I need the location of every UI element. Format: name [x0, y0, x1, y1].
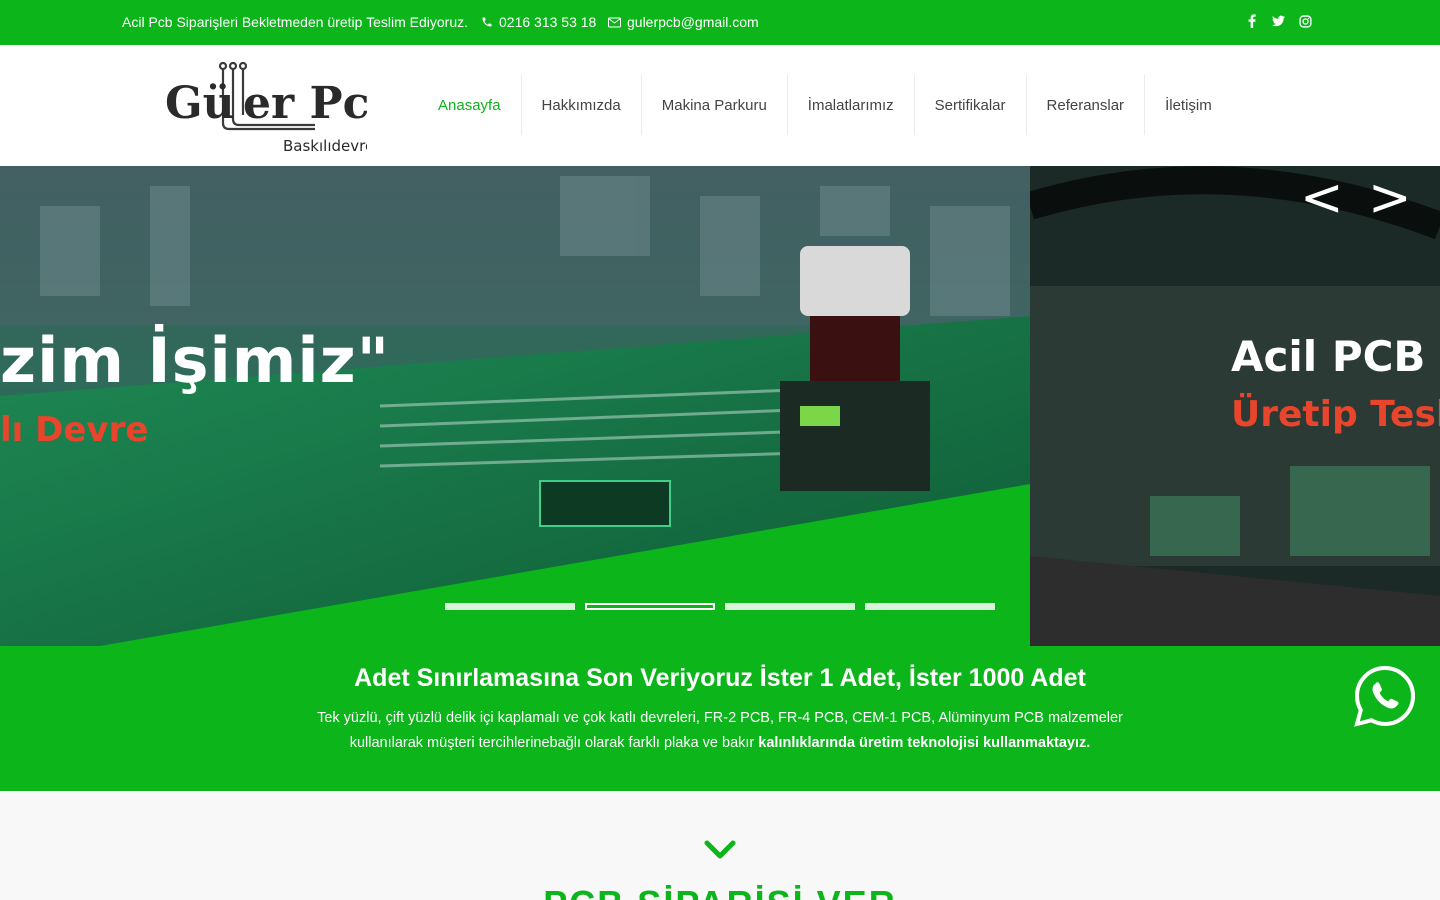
- nav-item-makina-parkuru[interactable]: Makina Parkuru: [642, 75, 788, 135]
- social-links: [1245, 13, 1312, 29]
- top-bar: Acil Pcb Siparişleri Bekletmeden üretip …: [0, 0, 1440, 45]
- slider-pagination: [445, 603, 995, 610]
- main-nav: Anasayfa Hakkımızda Makina Parkuru İmala…: [418, 75, 1232, 135]
- phone-icon: [482, 17, 492, 27]
- site-logo[interactable]: Gü er Pcb Baskılıdevre: [165, 61, 400, 155]
- svg-text:er Pcb: er Pcb: [243, 78, 367, 129]
- slide-heading: zim İşimiz": [0, 324, 390, 397]
- nav-item-iletisim[interactable]: İletişim: [1145, 75, 1232, 135]
- nav-item-hakkimizda[interactable]: Hakkımızda: [522, 75, 642, 135]
- svg-text:Gü: Gü: [165, 78, 235, 129]
- slider-prev-button[interactable]: <: [1300, 172, 1344, 224]
- svg-text:Baskılıdevre: Baskılıdevre: [283, 137, 367, 153]
- hero-slider[interactable]: zim İşimiz" lı Devre Acil PCB S Üretip T…: [0, 166, 1440, 646]
- next-slide-subheading: Üretip Tesli: [1231, 394, 1440, 435]
- site-header: Gü er Pcb Baskılıdevre Anasayfa Hakkımız…: [0, 45, 1440, 166]
- nav-item-imalatlarimiz[interactable]: İmalatlarımız: [788, 75, 915, 135]
- nav-item-referanslar[interactable]: Referanslar: [1027, 75, 1146, 135]
- whatsapp-icon: [1354, 665, 1416, 727]
- slider-dot[interactable]: [865, 603, 995, 610]
- info-banner: Adet Sınırlamasına Son Veriyoruz İster 1…: [0, 646, 1440, 791]
- twitter-icon[interactable]: [1272, 13, 1285, 29]
- banner-title: Adet Sınırlamasına Son Veriyoruz İster 1…: [354, 664, 1086, 692]
- nav-item-anasayfa[interactable]: Anasayfa: [418, 75, 522, 135]
- slide-image-pcb: [0, 166, 1030, 646]
- chevron-down-icon[interactable]: [704, 839, 736, 861]
- phone-link[interactable]: 0216 313 53 18: [481, 14, 596, 30]
- slider-dot[interactable]: [725, 603, 855, 610]
- email-link[interactable]: gulerpcb@gmail.com: [608, 14, 759, 30]
- slider-dot[interactable]: [445, 603, 575, 610]
- email-address: gulerpcb@gmail.com: [627, 14, 759, 30]
- banner-text-bold: kalınlıklarında üretim teknolojisi kulla…: [758, 735, 1091, 751]
- order-section-heading: PCB SİPARİŞİ VER: [0, 883, 1440, 900]
- slider-next-button[interactable]: >: [1368, 172, 1412, 224]
- envelope-icon: [608, 17, 621, 27]
- whatsapp-button[interactable]: [1354, 665, 1416, 727]
- next-slide-heading: Acil PCB S: [1231, 332, 1440, 381]
- nav-item-sertifikalar[interactable]: Sertifikalar: [915, 75, 1027, 135]
- facebook-icon[interactable]: [1245, 13, 1258, 29]
- instagram-icon[interactable]: [1299, 13, 1312, 29]
- slider-dot-active[interactable]: [585, 603, 715, 610]
- order-section: PCB SİPARİŞİ VER: [0, 791, 1440, 900]
- phone-number: 0216 313 53 18: [499, 14, 597, 30]
- top-bar-slogan: Acil Pcb Siparişleri Bekletmeden üretip …: [122, 14, 468, 30]
- banner-text: Tek yüzlü, çift yüzlü delik içi kaplamal…: [300, 706, 1140, 756]
- slide-subheading: lı Devre: [0, 410, 149, 450]
